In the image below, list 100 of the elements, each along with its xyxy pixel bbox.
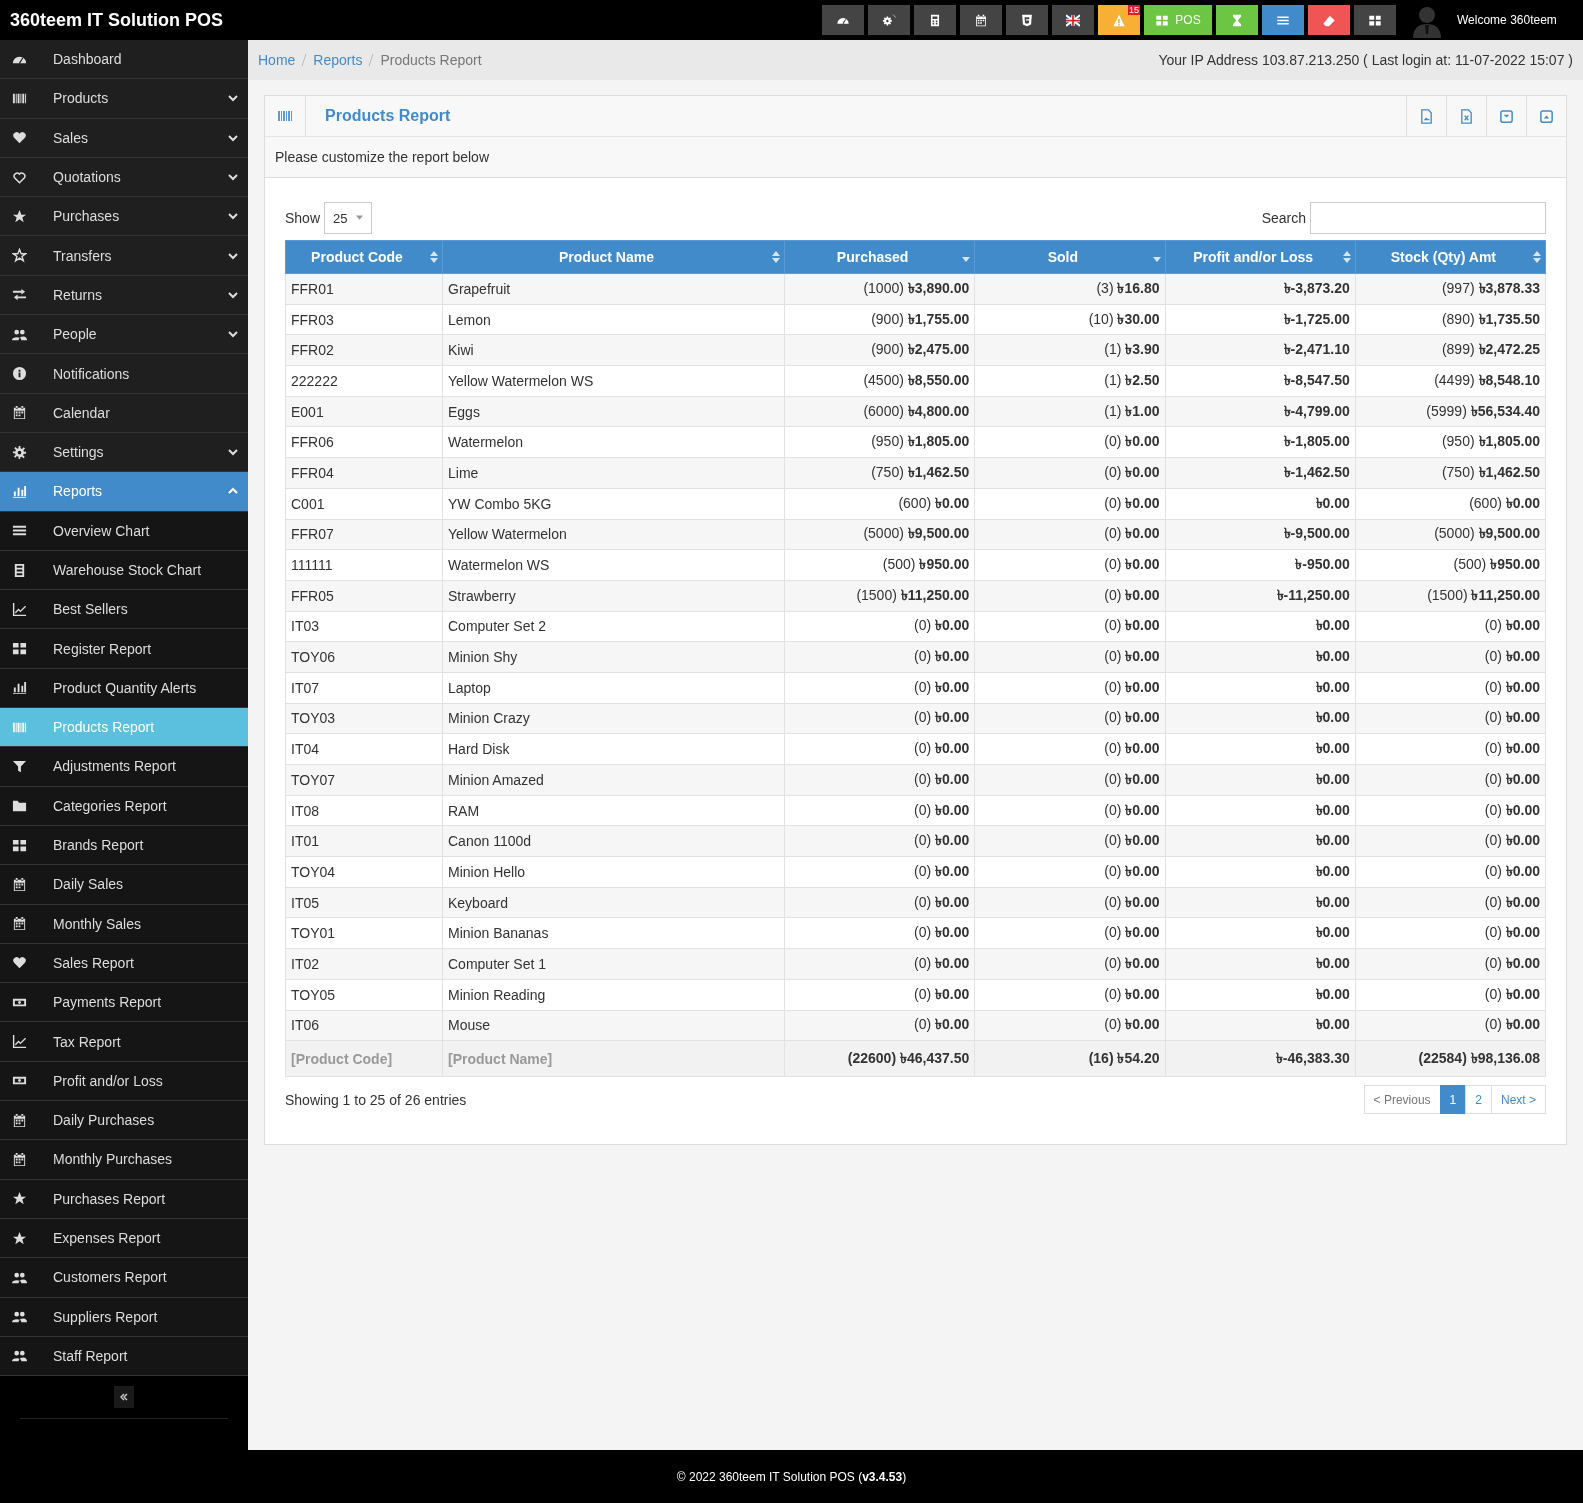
sidebar-subitem[interactable]: Staff Report bbox=[0, 1336, 248, 1377]
gears-button[interactable] bbox=[868, 5, 910, 35]
column-header[interactable]: Sold bbox=[974, 240, 1165, 274]
sidebar-subitem[interactable]: Payments Report bbox=[0, 983, 248, 1023]
star-icon bbox=[12, 1230, 27, 1246]
table-cell: (750) ৳1,462.50 bbox=[1355, 457, 1546, 489]
hourglass-icon bbox=[1230, 13, 1244, 27]
table-cell: Grapefruit bbox=[442, 273, 785, 305]
sidebar-subitem[interactable]: Warehouse Stock Chart bbox=[0, 550, 248, 591]
table-cell: (0) ৳0.00 bbox=[974, 549, 1165, 581]
sidebar-subitem[interactable]: Adjustments Report bbox=[0, 747, 248, 787]
column-header[interactable]: Profit and/or Loss bbox=[1165, 240, 1356, 274]
double-chevron-left-icon bbox=[119, 1392, 129, 1403]
shield-button[interactable] bbox=[1006, 5, 1048, 35]
sidebar-item[interactable]: Notifications bbox=[0, 354, 248, 394]
sidebar-item[interactable]: Dashboard bbox=[0, 40, 248, 80]
calculator-button[interactable] bbox=[914, 5, 956, 35]
sidebar-subitem[interactable]: Product Quantity Alerts bbox=[0, 668, 248, 709]
table-cell: ৳-4,799.00 bbox=[1165, 396, 1356, 427]
column-header[interactable]: Purchased bbox=[784, 240, 975, 274]
sidebar-subitem[interactable]: Best Sellers bbox=[0, 590, 248, 630]
column-header[interactable]: Product Name bbox=[442, 240, 785, 274]
table-cell: (0) ৳0.00 bbox=[784, 1010, 975, 1041]
list-button[interactable] bbox=[1262, 5, 1304, 35]
page-size-select[interactable]: 25 bbox=[324, 202, 373, 234]
sidebar-subitem[interactable]: Profit and/or Loss bbox=[0, 1061, 248, 1101]
sidebar-item[interactable]: People bbox=[0, 315, 248, 355]
total-cell: (16) ৳54.20 bbox=[974, 1040, 1165, 1077]
table-cell: Yellow Watermelon bbox=[442, 519, 785, 550]
sidebar-subitem[interactable]: Daily Sales bbox=[0, 865, 248, 905]
sidebar-item[interactable]: Products bbox=[0, 79, 248, 119]
calculator-icon bbox=[928, 13, 942, 27]
table-cell: 222222 bbox=[285, 365, 443, 397]
total-cell: [Product Name] bbox=[442, 1040, 785, 1077]
sidebar-item[interactable]: Settings bbox=[0, 432, 248, 473]
sidebar-subitem[interactable]: Tax Report bbox=[0, 1022, 248, 1062]
sidebar-subitem[interactable]: Categories Report bbox=[0, 786, 248, 826]
table-cell: Minion Amazed bbox=[442, 764, 785, 796]
sidebar-subitem[interactable]: Monthly Purchases bbox=[0, 1140, 248, 1180]
table-cell: ৳-1,725.00 bbox=[1165, 304, 1356, 335]
table-cell: Minion Hello bbox=[442, 856, 785, 888]
grid-icon bbox=[12, 837, 27, 853]
table-cell: (750) ৳1,462.50 bbox=[784, 457, 975, 489]
table-cell: (0) ৳0.00 bbox=[1355, 733, 1546, 765]
bar-chart-icon bbox=[12, 680, 27, 696]
pagination-button[interactable]: 2 bbox=[1465, 1085, 1492, 1115]
table-cell: (0) ৳0.00 bbox=[974, 488, 1165, 519]
table-cell: C001 bbox=[285, 488, 443, 519]
table-cell: IT05 bbox=[285, 887, 443, 918]
column-header[interactable]: Stock (Qty) Amt bbox=[1355, 240, 1546, 274]
table-cell: (4500) ৳8,550.00 bbox=[784, 365, 975, 397]
document-icon bbox=[12, 562, 27, 578]
warning-button[interactable]: 15 bbox=[1098, 5, 1140, 35]
table-cell: ৳0.00 bbox=[1165, 825, 1356, 857]
calendar-icon bbox=[12, 405, 27, 421]
sidebar-item[interactable]: Purchases bbox=[0, 197, 248, 237]
flag-button[interactable] bbox=[1052, 5, 1094, 35]
calendar-button[interactable] bbox=[960, 5, 1002, 35]
gauge-button[interactable] bbox=[822, 5, 864, 35]
table-cell: (0) ৳0.00 bbox=[974, 426, 1165, 458]
sidebar-subitem[interactable]: Daily Purchases bbox=[0, 1101, 248, 1141]
table-cell: (1) ৳3.90 bbox=[974, 334, 1165, 366]
sidebar-subitem[interactable]: Monthly Sales bbox=[0, 904, 248, 944]
sidebar-subitem[interactable]: Purchases Report bbox=[0, 1179, 248, 1219]
spreadsheet-file-icon bbox=[1459, 108, 1474, 124]
sidebar-subitem[interactable]: Expenses Report bbox=[0, 1218, 248, 1259]
search-field[interactable] bbox=[1310, 202, 1546, 234]
table-cell: TOY04 bbox=[285, 856, 443, 888]
sidebar-item[interactable]: Sales bbox=[0, 118, 248, 158]
notification-count: 15 bbox=[1128, 5, 1140, 15]
heart-icon bbox=[12, 955, 27, 971]
table-cell: FFR05 bbox=[285, 580, 443, 612]
grid-button[interactable] bbox=[1354, 5, 1396, 35]
sidebar-item[interactable]: Reports bbox=[0, 472, 248, 512]
table-cell: (3) ৳16.80 bbox=[974, 273, 1165, 305]
sidebar-subitem[interactable]: Register Report bbox=[0, 629, 248, 669]
sidebar-item[interactable]: Quotations bbox=[0, 157, 248, 198]
collapse-sidebar-button[interactable] bbox=[114, 1386, 134, 1409]
sidebar-subitem[interactable]: Suppliers Report bbox=[0, 1297, 248, 1337]
sidebar-subitem[interactable]: Brands Report bbox=[0, 825, 248, 866]
table-cell: ৳-2,471.10 bbox=[1165, 334, 1356, 366]
sidebar-subitem[interactable]: Overview Chart bbox=[0, 511, 248, 551]
grid-icon bbox=[1155, 13, 1170, 27]
sidebar-subitem[interactable]: Customers Report bbox=[0, 1258, 248, 1298]
pagination-button[interactable]: < Previous bbox=[1363, 1085, 1441, 1115]
sidebar-item[interactable]: Returns bbox=[0, 275, 248, 316]
sidebar-item[interactable]: Transfers bbox=[0, 236, 248, 276]
table-cell: (950) ৳1,805.00 bbox=[1355, 426, 1546, 458]
pagination-button[interactable]: Next > bbox=[1491, 1085, 1546, 1115]
bar-chart-icon bbox=[12, 483, 27, 499]
table-cell: (0) ৳0.00 bbox=[1355, 825, 1546, 857]
table-cell: ৳-950.00 bbox=[1165, 549, 1356, 581]
sidebar-item[interactable]: Calendar bbox=[0, 393, 248, 433]
sidebar-subitem[interactable]: Sales Report bbox=[0, 943, 248, 984]
table-cell: (10) ৳30.00 bbox=[974, 304, 1165, 335]
calendar-icon bbox=[12, 916, 27, 932]
column-header[interactable]: Product Code bbox=[285, 240, 443, 274]
table-cell: (0) ৳0.00 bbox=[784, 764, 975, 796]
table-cell: (0) ৳0.00 bbox=[1355, 611, 1546, 642]
table-cell: IT01 bbox=[285, 825, 443, 857]
